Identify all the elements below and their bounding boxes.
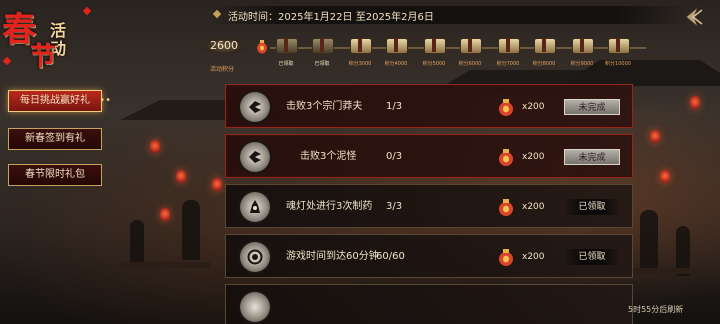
chest-band <box>394 38 398 52</box>
chest-icon[interactable] <box>567 34 597 60</box>
pouch-icon <box>497 97 515 117</box>
task-name: 游戏时间到达60分钟 <box>286 251 379 262</box>
logo-char-festival: 节 <box>30 42 57 72</box>
pouch-icon <box>497 247 515 267</box>
chest-label: 积分9000 <box>570 61 594 67</box>
menu-limited-pack[interactable]: 春节限时礼包 <box>8 164 102 186</box>
chest-band <box>432 38 436 52</box>
task-progress: 60/60 <box>376 251 405 262</box>
chest-label: 已领取 <box>314 61 330 67</box>
task-progress: 1/3 <box>386 101 403 112</box>
task-row: 击败3个宗门莽夫 1/3 x200 未完成 <box>225 84 633 128</box>
chest-band <box>468 38 472 52</box>
chest-label: 已领取 <box>278 61 294 67</box>
menu-daily-challenge[interactable]: 每日挑战赢好礼 •• <box>8 90 111 112</box>
chest-label: 积分10000 <box>605 61 631 67</box>
task-name: 击败3个泥怪 <box>300 151 357 162</box>
task-reward: x200 <box>522 152 545 162</box>
activity-score-label: 活动积分 <box>210 66 235 73</box>
task-row: 游戏时间到达60分钟 60/60 x200 已领取 <box>225 234 633 278</box>
task-row: 魂灯处进行3次制药 3/3 x200 已领取 <box>225 184 633 228</box>
chest-icon[interactable] <box>271 34 301 60</box>
active-indicator: •• <box>99 95 111 106</box>
menu-label: 每日挑战赢好礼 <box>20 95 90 106</box>
menu-label: 新春签到有礼 <box>25 133 85 144</box>
task-progress: 0/3 <box>386 151 403 162</box>
chest-label: 积分8000 <box>532 61 556 67</box>
task-icon <box>240 292 270 322</box>
chest-label: 积分4000 <box>384 61 408 67</box>
diamond-icon <box>212 9 222 19</box>
task-row-partial <box>225 284 633 324</box>
status-button[interactable]: 未完成 <box>564 99 620 115</box>
sect-icon <box>240 92 270 122</box>
claimed-badge: 已领取 <box>564 249 620 265</box>
chest-icon[interactable] <box>603 34 633 60</box>
pouch-icon <box>256 38 268 54</box>
event-time-bar: 活动时间：2025年1月22日 至2025年2月6日 <box>210 6 690 24</box>
task-list[interactable]: 击败3个宗门莽夫 1/3 x200 未完成 击败3个泥怪 0/3 x200 未完… <box>225 84 633 324</box>
menu-label: 春节限时礼包 <box>25 169 85 180</box>
chest-label: 积分5000 <box>422 61 446 67</box>
chest-band <box>320 38 324 52</box>
task-reward: x200 <box>522 252 545 262</box>
status-button[interactable]: 未完成 <box>564 149 620 165</box>
menu-sign-in[interactable]: 新春签到有礼 <box>8 128 102 150</box>
chest-band <box>542 38 546 52</box>
chest-icon[interactable] <box>419 34 449 60</box>
sect-icon <box>240 142 270 172</box>
chest-icon[interactable] <box>381 34 411 60</box>
chest-icon[interactable] <box>455 34 485 60</box>
task-progress: 3/3 <box>386 201 403 212</box>
task-reward: x200 <box>522 202 545 212</box>
task-row: 击败3个泥怪 0/3 x200 未完成 <box>225 134 633 178</box>
pouch-icon <box>497 147 515 167</box>
task-name: 魂灯处进行3次制药 <box>286 201 373 212</box>
chest-label: 积分7000 <box>496 61 520 67</box>
event-time-text: 活动时间：2025年1月22日 至2025年2月6日 <box>228 12 434 23</box>
chest-icon[interactable] <box>345 34 375 60</box>
chest-band <box>506 38 510 52</box>
chest-band <box>284 38 288 52</box>
chest-icon[interactable] <box>529 34 559 60</box>
chest-label: 积分3000 <box>348 61 372 67</box>
event-logo: 春 活动 节 <box>0 0 92 86</box>
claimed-badge: 已领取 <box>564 199 620 215</box>
lantern-icon <box>240 192 270 222</box>
chest-label: 积分6000 <box>458 61 482 67</box>
chest-band <box>616 38 620 52</box>
activity-score: 2600 <box>204 38 244 54</box>
chest-band <box>580 38 584 52</box>
chest-icon[interactable] <box>307 34 337 60</box>
task-reward: x200 <box>522 102 545 112</box>
back-icon[interactable] <box>680 4 706 30</box>
refresh-timer: 5时55分后刷新 <box>628 305 684 314</box>
pouch-icon <box>497 197 515 217</box>
task-name: 击败3个宗门莽夫 <box>286 101 363 112</box>
chest-band <box>358 38 362 52</box>
chest-icon[interactable] <box>493 34 523 60</box>
clock-icon <box>240 242 270 272</box>
